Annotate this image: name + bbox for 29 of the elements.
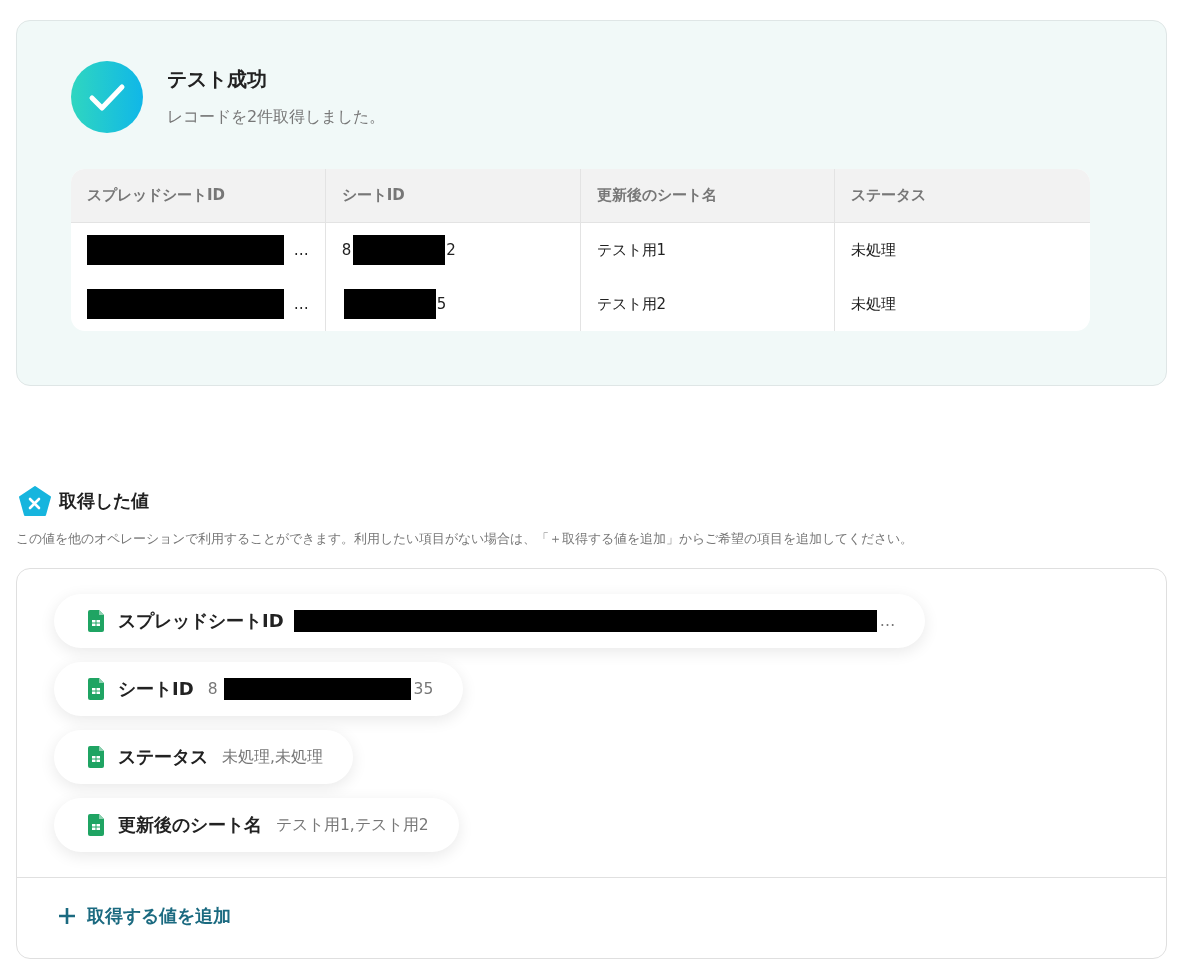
value-text: 未処理 <box>851 240 897 260</box>
column-header: スプレッドシートID <box>71 169 326 223</box>
pentagon-x-icon <box>19 486 51 516</box>
value-text: … <box>293 241 309 259</box>
value-chip[interactable]: スプレッドシートID … <box>54 594 926 648</box>
spreadsheet-icon <box>88 814 104 836</box>
value-text: テスト用1 <box>596 240 667 260</box>
plus-icon <box>57 906 77 926</box>
column-header: 更新後のシート名 <box>580 169 836 223</box>
value-chip[interactable]: シートID 8 35 <box>54 662 464 716</box>
spreadsheet-icon <box>88 746 104 768</box>
spreadsheet-icon <box>88 678 104 700</box>
value-text: … <box>293 295 309 313</box>
value-text: 未処理 <box>851 294 897 314</box>
value-text: 5 <box>436 295 447 313</box>
value-chip[interactable]: 更新後のシート名 テスト用1,テスト用2 <box>54 798 459 852</box>
value-chip[interactable]: ステータス 未処理,未処理 <box>54 730 353 784</box>
value-text: テスト用2 <box>596 294 667 314</box>
result-message: レコードを2件取得しました。 <box>167 107 386 128</box>
spreadsheet-icon <box>88 610 104 632</box>
column-header: シートID <box>325 169 581 223</box>
result-title: テスト成功 <box>167 66 268 93</box>
section-description: この値を他のオペレーションで利用することができます。利用したい項目がない場合は、「＋取得する値を追加」からご希望の項目を追加してください。 <box>16 530 914 548</box>
add-value-link[interactable]: 取得する値を追加 <box>57 904 231 928</box>
section-title: 取得した値 <box>59 489 149 513</box>
check-icon <box>71 61 143 133</box>
value-text: 2 <box>446 241 456 259</box>
column-header: ステータス <box>835 169 1090 223</box>
value-text: 8 <box>341 241 352 259</box>
